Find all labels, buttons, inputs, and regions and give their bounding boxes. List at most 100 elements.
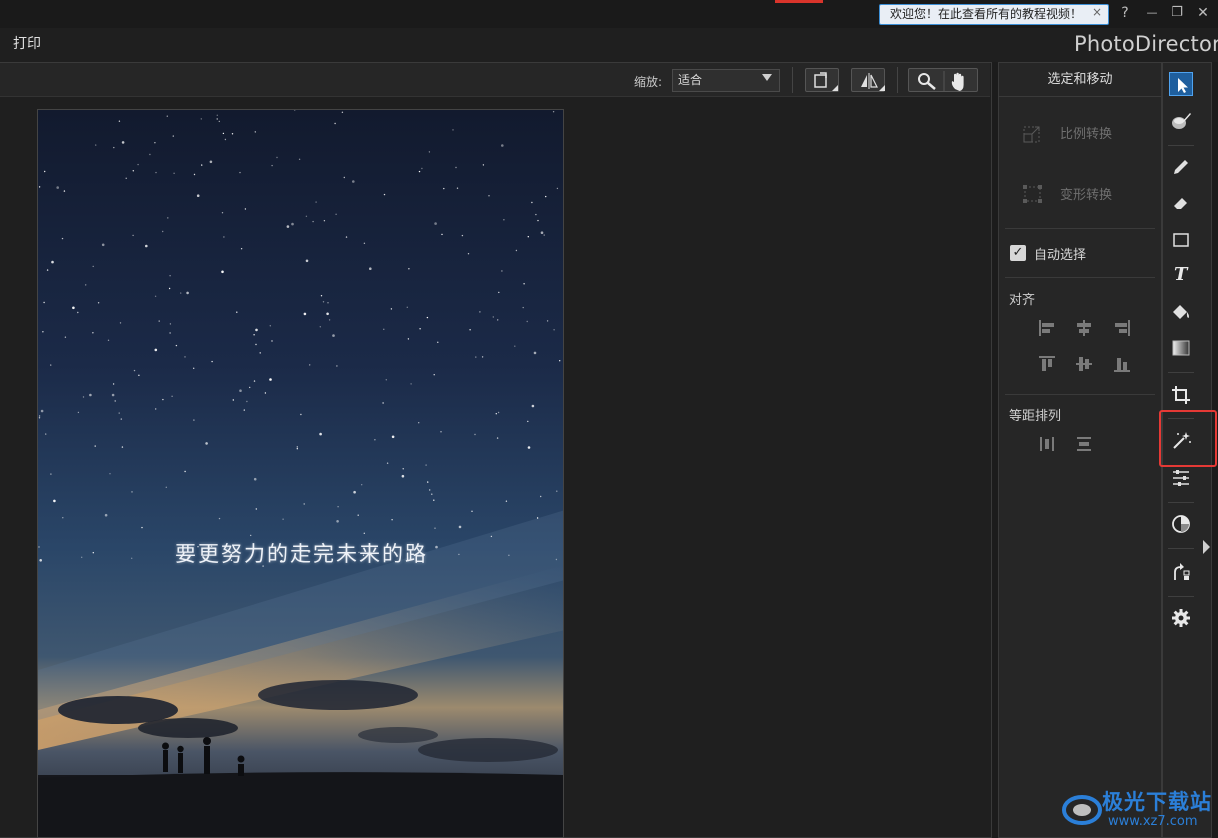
star bbox=[361, 484, 363, 486]
star bbox=[319, 432, 322, 436]
star bbox=[121, 446, 124, 448]
star bbox=[62, 517, 64, 519]
auto-select-checkbox[interactable]: ✓ bbox=[1010, 245, 1026, 261]
star bbox=[326, 312, 329, 316]
star bbox=[300, 413, 302, 416]
highlight-annotation bbox=[1159, 410, 1217, 467]
star bbox=[425, 464, 427, 466]
tool-eraser[interactable] bbox=[1169, 191, 1193, 215]
star bbox=[535, 213, 537, 216]
star bbox=[526, 320, 528, 323]
star bbox=[315, 201, 317, 203]
tool-settings[interactable] bbox=[1169, 606, 1193, 630]
star bbox=[209, 160, 213, 164]
minimize-button[interactable]: — bbox=[1141, 2, 1163, 24]
menu-item-print[interactable]: 打印 bbox=[13, 33, 41, 53]
tool-gradient[interactable] bbox=[1169, 336, 1193, 360]
zoom-icon[interactable] bbox=[909, 69, 979, 93]
star bbox=[171, 395, 173, 397]
star bbox=[401, 474, 405, 478]
star bbox=[498, 291, 500, 294]
star bbox=[45, 433, 47, 435]
star bbox=[452, 129, 454, 131]
star bbox=[319, 326, 321, 328]
star bbox=[172, 135, 174, 137]
star bbox=[169, 323, 172, 325]
star bbox=[46, 269, 49, 271]
zoom-label: 缩放: bbox=[634, 75, 663, 89]
star bbox=[200, 118, 202, 120]
watermark-title: 极光下载站 bbox=[1102, 790, 1212, 814]
star bbox=[162, 398, 164, 401]
align-center-vertical-icon[interactable] bbox=[1074, 354, 1094, 374]
text-icon: T bbox=[1174, 264, 1188, 285]
tool-effects[interactable] bbox=[1169, 512, 1193, 536]
star bbox=[239, 171, 241, 174]
auto-select-label: 自动选择 bbox=[1034, 248, 1087, 263]
tool-pencil[interactable] bbox=[1169, 155, 1193, 179]
star bbox=[492, 316, 494, 318]
tool-rectangle[interactable] bbox=[1169, 228, 1193, 252]
star bbox=[433, 374, 435, 376]
star bbox=[61, 237, 64, 240]
star bbox=[456, 187, 459, 189]
star bbox=[239, 389, 242, 393]
star bbox=[246, 400, 248, 403]
star bbox=[522, 306, 524, 309]
star bbox=[222, 132, 225, 135]
star bbox=[501, 270, 503, 272]
distribute-vertical-icon[interactable] bbox=[1074, 434, 1094, 454]
star bbox=[471, 510, 473, 512]
photo-canvas[interactable]: 要更努力的走完未来的路 bbox=[37, 109, 564, 838]
distribute-horizontal-icon[interactable] bbox=[1037, 434, 1057, 454]
star bbox=[282, 518, 284, 520]
align-left-icon[interactable] bbox=[1037, 318, 1057, 338]
night-sky-photo bbox=[38, 110, 563, 837]
star bbox=[89, 393, 92, 397]
scale-transform-label: 比例转换 bbox=[1060, 127, 1113, 142]
toolbar-divider bbox=[897, 67, 898, 93]
star bbox=[552, 111, 555, 113]
star bbox=[482, 164, 485, 166]
help-button[interactable]: ? bbox=[1114, 2, 1136, 24]
tool-text[interactable]: T bbox=[1169, 264, 1193, 288]
rotate-canvas-button[interactable] bbox=[805, 68, 839, 92]
star bbox=[303, 503, 305, 505]
align-bottom-icon[interactable] bbox=[1112, 354, 1132, 374]
star bbox=[533, 351, 537, 355]
star bbox=[429, 489, 431, 491]
align-right-icon[interactable] bbox=[1112, 318, 1132, 338]
flip-button[interactable] bbox=[851, 68, 885, 92]
star bbox=[437, 341, 439, 343]
star bbox=[523, 283, 525, 285]
star bbox=[269, 325, 271, 327]
welcome-banner[interactable]: 欢迎您！在此查看所有的教程视频！ bbox=[879, 4, 1109, 25]
scale-transform-button[interactable]: 比例转换 bbox=[1020, 120, 1150, 144]
star bbox=[531, 201, 533, 204]
star bbox=[337, 506, 339, 508]
star bbox=[527, 446, 531, 449]
tool-select-move[interactable] bbox=[1169, 72, 1193, 96]
tool-object-brush[interactable] bbox=[1169, 109, 1193, 133]
tool-fill[interactable] bbox=[1169, 300, 1193, 324]
star bbox=[259, 352, 261, 354]
close-window-button[interactable]: ✕ bbox=[1192, 2, 1214, 24]
toolbar-divider bbox=[792, 67, 793, 93]
tool-crop[interactable] bbox=[1169, 383, 1193, 407]
welcome-close-icon[interactable]: × bbox=[1090, 4, 1104, 21]
star bbox=[421, 167, 423, 170]
warp-transform-button[interactable]: 变形转换 bbox=[1020, 181, 1150, 205]
tool-transform-rotate[interactable] bbox=[1169, 560, 1193, 584]
star bbox=[434, 222, 437, 225]
star bbox=[543, 234, 545, 236]
align-center-horizontal-icon[interactable] bbox=[1074, 318, 1094, 338]
expand-panel-icon[interactable] bbox=[1203, 540, 1210, 554]
star bbox=[559, 360, 561, 362]
star bbox=[383, 328, 385, 330]
star bbox=[155, 171, 157, 174]
restore-button[interactable]: ❐ bbox=[1166, 2, 1188, 24]
tool-adjustments[interactable] bbox=[1169, 466, 1193, 490]
star bbox=[495, 413, 497, 415]
align-top-icon[interactable] bbox=[1037, 354, 1057, 374]
star bbox=[490, 535, 493, 538]
